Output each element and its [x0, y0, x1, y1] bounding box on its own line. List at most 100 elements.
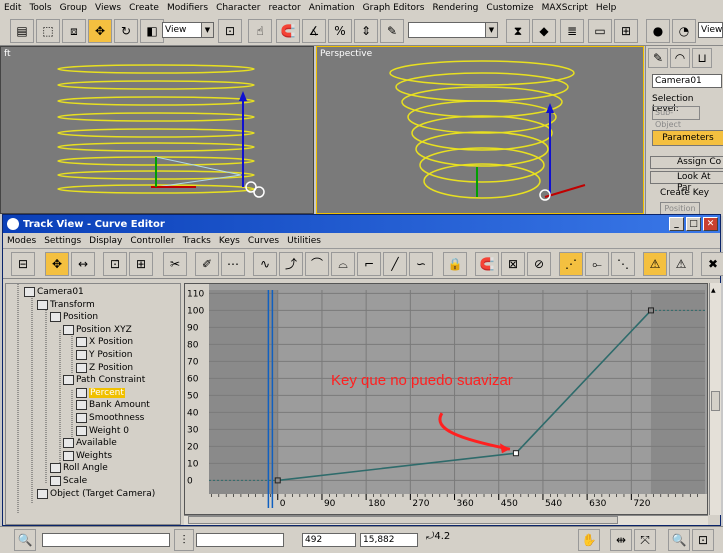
snap-frames-icon[interactable]: 🧲: [475, 252, 499, 276]
menu-item-edit[interactable]: Edit: [0, 3, 25, 13]
tangent-auto-icon[interactable]: ∿: [253, 252, 277, 276]
show-tangents-icon[interactable]: ⋱: [611, 252, 635, 276]
draw-curves-icon[interactable]: ✐: [195, 252, 219, 276]
menu-item-customize[interactable]: Customize: [482, 3, 537, 13]
curve-editor-icon[interactable]: ▭: [588, 19, 612, 43]
menu-item-reactor[interactable]: reactor: [265, 3, 305, 13]
pivot-center-icon[interactable]: ⊡: [218, 19, 242, 43]
curve-chart[interactable]: 0 10 20 30 40 50 60 70 80 90 100 110 0 90 180 270 360 450…: [185, 284, 708, 515]
selection-name-field[interactable]: [196, 533, 284, 547]
layer-manager-icon[interactable]: ≣: [560, 19, 584, 43]
slide-keys-icon[interactable]: ↔: [71, 252, 95, 276]
frame-field[interactable]: 492: [302, 533, 356, 547]
tree-node[interactable]: Percent: [76, 387, 125, 399]
tree-node[interactable]: Position: [50, 311, 98, 323]
tree-node[interactable]: Smoothness: [76, 412, 144, 424]
tangent-step-icon[interactable]: ⌐: [357, 252, 381, 276]
scroll-up-icon[interactable]: ▲: [711, 287, 720, 297]
parameter-curve-oor-icon[interactable]: ⊠: [501, 252, 525, 276]
vertical-scrollbar[interactable]: ▲: [709, 283, 721, 515]
parameters-tab[interactable]: Parameters: [652, 130, 723, 146]
snap-icon[interactable]: 🧲: [276, 19, 300, 43]
tangent-linear-icon[interactable]: ╱: [383, 252, 407, 276]
scale-values-icon[interactable]: ⊞: [129, 252, 153, 276]
tree-node[interactable]: Weight 0: [76, 425, 129, 437]
hierarchy-panel-icon[interactable]: ⊔: [692, 48, 712, 68]
spinner-snap-icon[interactable]: ⇕: [354, 19, 378, 43]
zoom-selected-object-icon[interactable]: ⫶: [174, 529, 194, 551]
percent-snap-icon[interactable]: %: [328, 19, 352, 43]
show-keyable-icon[interactable]: ⊘: [527, 252, 551, 276]
tree-node[interactable]: Position XYZ: [63, 324, 132, 336]
tree-node[interactable]: Camera01: [24, 286, 84, 298]
named-selection-icon[interactable]: ✎: [380, 19, 404, 43]
menu-item-create[interactable]: Create: [125, 3, 163, 13]
left-viewport[interactable]: ft: [0, 46, 314, 214]
horizontal-scrollbar[interactable]: [184, 515, 708, 525]
move-keys-icon[interactable]: ✥: [45, 252, 69, 276]
create-panel-icon[interactable]: ✎: [648, 48, 668, 68]
look-at-rollout[interactable]: Look At Par: [650, 171, 723, 193]
tree-node[interactable]: Available: [63, 437, 117, 449]
close-button[interactable]: ✕: [703, 217, 718, 231]
menu-item-tools[interactable]: Tools: [25, 3, 55, 13]
menu-item-character[interactable]: Character: [212, 3, 264, 13]
tree-node[interactable]: Object (Target Camera): [37, 488, 155, 500]
lock-tangents-icon[interactable]: ⟜: [585, 252, 609, 276]
angle-snap-icon[interactable]: ∡: [302, 19, 326, 43]
show-all-tangents-icon[interactable]: ⋰: [559, 252, 583, 276]
menu-item-rendering[interactable]: Rendering: [428, 3, 482, 13]
tree-node[interactable]: Transform: [37, 299, 95, 311]
tv-menu-tracks[interactable]: Tracks: [179, 236, 215, 246]
object-name-field[interactable]: Camera01: [652, 74, 722, 88]
minimize-button[interactable]: _: [669, 217, 684, 231]
maximize-button[interactable]: □: [686, 217, 701, 231]
tree-node[interactable]: Bank Amount: [76, 399, 150, 411]
track-view-name-field[interactable]: [42, 533, 170, 547]
magnifier-icon[interactable]: 🔍: [14, 529, 36, 551]
reduce-keys-icon[interactable]: ⋯: [221, 252, 245, 276]
menu-item-modifiers[interactable]: Modifiers: [163, 3, 212, 13]
scroll-thumb[interactable]: [711, 391, 720, 411]
tv-menu-display[interactable]: Display: [85, 236, 126, 246]
perspective-viewport[interactable]: Perspective: [316, 46, 644, 214]
zoom-selected-icon[interactable]: ⚠: [643, 252, 667, 276]
curve-graph[interactable]: 0 10 20 30 40 50 60 70 80 90 100 110 0 90 180 270 360 450…: [184, 283, 708, 515]
scale-keys-icon[interactable]: ⊡: [103, 252, 127, 276]
pan-icon[interactable]: ✋: [578, 529, 600, 551]
filters-icon[interactable]: ⊟: [11, 252, 35, 276]
lock-selection-icon[interactable]: 🔒: [443, 252, 467, 276]
sub-object-button[interactable]: Sub-Object: [652, 106, 700, 129]
tree-node[interactable]: Roll Angle: [50, 462, 108, 474]
select-by-name-icon[interactable]: ▤: [10, 19, 34, 43]
tv-menu-modes[interactable]: Modes: [3, 236, 40, 246]
menu-item-graph-editors[interactable]: Graph Editors: [359, 3, 429, 13]
scale-icon[interactable]: ◧: [140, 19, 164, 43]
scroll-thumb-horizontal[interactable]: [188, 516, 618, 524]
reference-coord-combo[interactable]: View ▼: [162, 22, 214, 38]
tv-menu-keys[interactable]: Keys: [215, 236, 244, 246]
tree-node[interactable]: Y Position: [76, 349, 132, 361]
tree-node[interactable]: X Position: [76, 336, 133, 348]
menu-item-views[interactable]: Views: [91, 3, 125, 13]
zoom-value-extents-icon[interactable]: ⤧: [634, 529, 656, 551]
tv-menu-controller[interactable]: Controller: [126, 236, 178, 246]
tv-menu-settings[interactable]: Settings: [40, 236, 85, 246]
select-region-icon[interactable]: ⬚: [36, 19, 60, 43]
tv-menu-curves[interactable]: Curves: [244, 236, 283, 246]
zoom-icon[interactable]: 🔍: [668, 529, 690, 551]
tree-node[interactable]: Weights: [63, 450, 112, 462]
modify-panel-icon[interactable]: ◠: [670, 48, 690, 68]
zoom-horizontal-icon[interactable]: ⇹: [610, 529, 632, 551]
named-selection-combo[interactable]: ▼: [408, 22, 498, 38]
menu-item-maxscript[interactable]: MAXScript: [538, 3, 592, 13]
tree-node[interactable]: Path Constraint: [63, 374, 145, 386]
menu-item-help[interactable]: Help: [592, 3, 621, 13]
zoom-region-icon[interactable]: ⊡: [692, 529, 714, 551]
select-manipulate-icon[interactable]: ☝: [248, 19, 272, 43]
menu-item-group[interactable]: Group: [56, 3, 91, 13]
material-editor-icon[interactable]: ●: [646, 19, 670, 43]
tree-node[interactable]: Z Position: [76, 362, 133, 374]
window-crossing-icon[interactable]: ⧈: [62, 19, 86, 43]
rotate-icon[interactable]: ↻: [114, 19, 138, 43]
